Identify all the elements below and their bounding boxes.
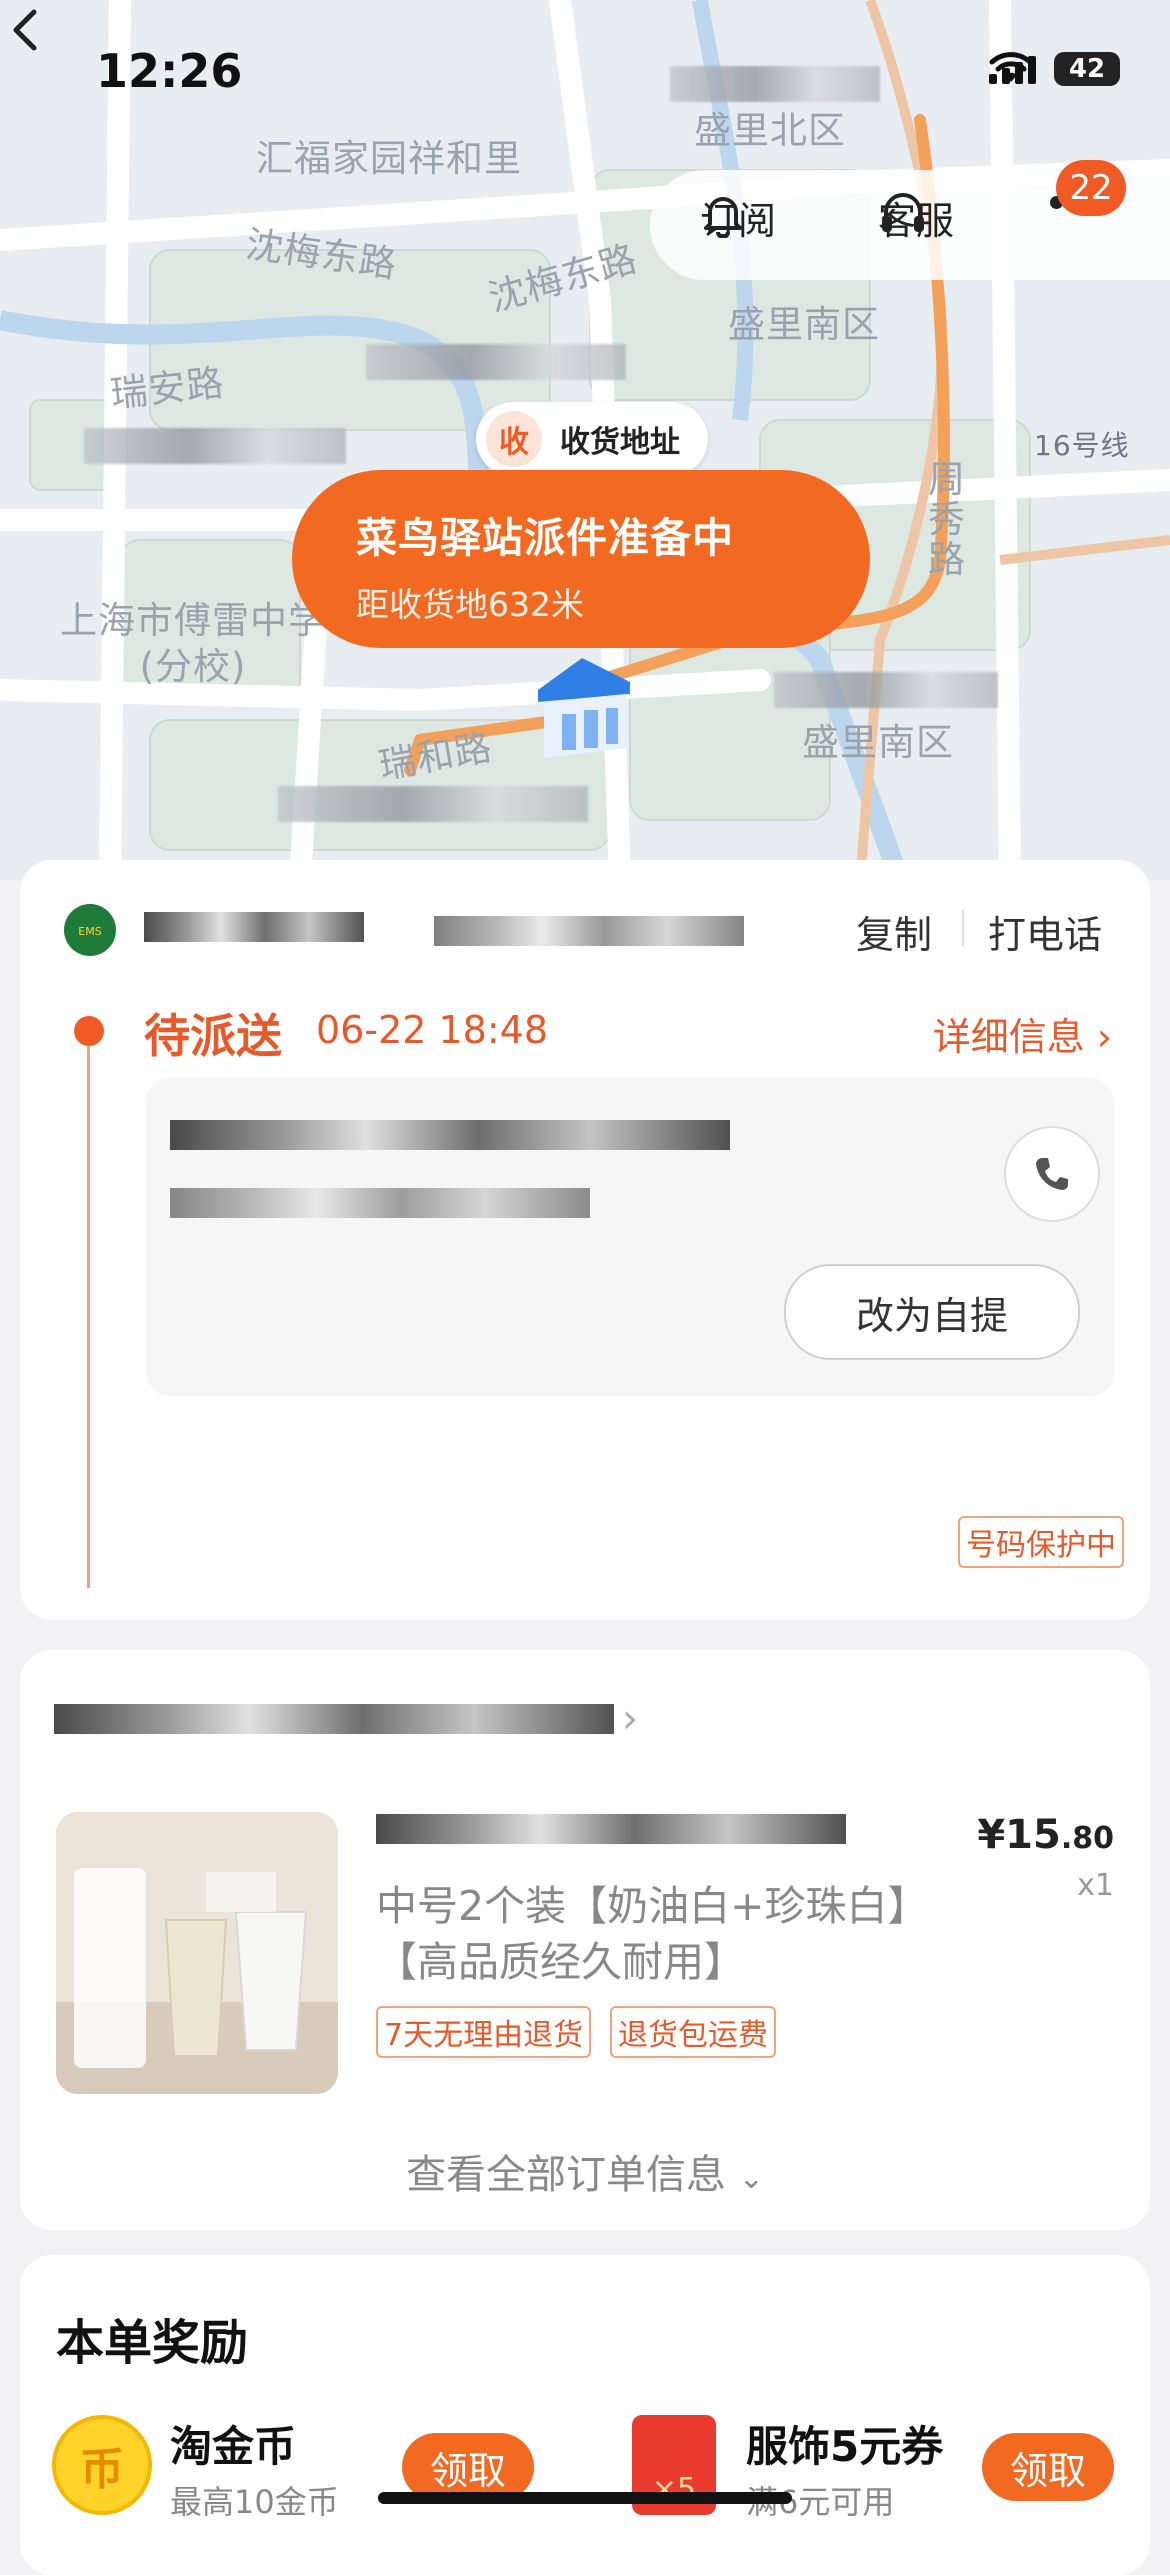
reward-card: 本单奖励 币 淘金币 最高10金币 领取 ×5 服饰5元券 满6元可用 领取	[20, 2255, 1150, 2575]
detail-info-label: 详细信息	[932, 1015, 1085, 1059]
subscribe-button[interactable]: 订阅	[700, 190, 776, 245]
customer-service-button[interactable]: 客服	[878, 190, 954, 245]
redacted-courier-info	[170, 1188, 590, 1218]
delivery-address-chip[interactable]: 收 收货地址	[476, 402, 708, 476]
phone-icon	[1036, 1158, 1068, 1190]
return-shipping-tag: 退货包运费	[610, 2006, 776, 2058]
map-label: 16号线	[1034, 429, 1130, 462]
claim-coin-button[interactable]: 领取	[402, 2433, 534, 2501]
status-timestamp: 06-22 18:48	[316, 1008, 549, 1052]
back-arrow-icon[interactable]	[0, 0, 48, 60]
return-policy-tag: 7天无理由退货	[376, 2006, 592, 2058]
courier-info-box: 改为自提	[146, 1078, 1114, 1396]
map-label: 盛里南区	[802, 721, 954, 764]
copy-button[interactable]: 复制	[856, 904, 932, 959]
detail-info-link[interactable]: 详细信息 ›	[933, 1006, 1112, 1061]
reward-name: 服饰5元券	[746, 2422, 944, 2471]
redacted-label	[366, 344, 626, 380]
redacted-courier-name	[144, 912, 364, 942]
map-label: 上海市傅雷中学(分校)	[60, 599, 326, 688]
map-label: 盛里北区	[694, 109, 846, 152]
notification-badge: 22	[1056, 160, 1126, 216]
redacted-label	[774, 672, 998, 708]
wifi-icon	[989, 52, 1033, 82]
bell-icon	[704, 197, 742, 238]
reward-condition: 最高10金币	[170, 2483, 339, 2521]
order-card: › 中号2个装【奶油白+珍珠白】【高品质经久耐用】 ¥15.80 x1 7天无理…	[20, 1650, 1150, 2230]
redacted-shop-name[interactable]	[54, 1704, 614, 1734]
address-chip-label: 收货地址	[560, 425, 680, 460]
chevron-right-icon: ›	[1096, 1015, 1112, 1059]
redacted-label	[670, 66, 880, 102]
view-all-label: 查看全部订单信息	[406, 2152, 727, 2198]
delivery-status-callout: 菜鸟驿站派件准备中 距收货地632米	[292, 470, 870, 648]
callout-title: 菜鸟驿站派件准备中	[356, 514, 734, 562]
number-protection-badge: 号码保护中	[958, 1516, 1124, 1568]
delivery-status: 待派送	[144, 1009, 282, 1063]
map-label: 周秀路	[928, 458, 966, 581]
chevron-down-icon: ⌄	[738, 2161, 764, 2196]
map-view[interactable]: 汇福家园祥和里 盛里北区 沈梅东路 沈梅东路 盛里南区 瑞安路 16号线 周秀路…	[0, 0, 1170, 880]
status-icons: 42	[989, 52, 1120, 86]
map-label: 汇福家园祥和里	[256, 137, 522, 180]
map-label: 盛里南区	[728, 303, 880, 346]
product-spec[interactable]: 中号2个装【奶油白+珍珠白】【高品质经久耐用】	[376, 1878, 936, 1990]
gold-coin-icon: 币	[52, 2415, 152, 2515]
redacted-label	[278, 786, 588, 822]
reward-title: 本单奖励	[56, 2315, 249, 2371]
call-button[interactable]: 打电话	[988, 904, 1102, 959]
claim-coupon-button[interactable]: 领取	[982, 2433, 1114, 2501]
chevron-right-icon[interactable]: ›	[622, 1696, 638, 1742]
status-time: 12:26	[96, 44, 243, 98]
self-pickup-button[interactable]: 改为自提	[784, 1264, 1080, 1360]
phone-call-button[interactable]	[1004, 1126, 1100, 1222]
redacted-tracking-number	[434, 916, 744, 946]
timeline-current-dot	[74, 1016, 104, 1046]
timeline-line	[87, 1046, 90, 1588]
receive-icon: 收	[486, 411, 542, 467]
battery-icon: 42	[1054, 52, 1120, 86]
home-indicator[interactable]	[378, 2492, 792, 2504]
callout-subtitle: 距收货地632米	[356, 585, 584, 624]
price-decimal: .80	[1060, 1821, 1114, 1856]
courier-logo-icon: EMS	[64, 904, 116, 956]
product-image[interactable]	[56, 1812, 338, 2094]
product-quantity: x1	[1077, 1868, 1114, 1903]
svg-text:EMS: EMS	[78, 925, 101, 938]
view-all-order-info-link[interactable]: 查看全部订单信息 ⌄	[20, 2142, 1150, 2200]
redacted-courier-info	[170, 1120, 730, 1150]
redacted-label	[84, 428, 346, 464]
station-marker-icon[interactable]	[522, 650, 642, 770]
product-price: ¥15.80	[977, 1812, 1114, 1858]
trash-bin-illustration	[56, 1812, 338, 2094]
reward-name: 淘金币	[170, 2422, 297, 2471]
divider	[962, 910, 964, 946]
headset-icon	[882, 193, 924, 232]
price-main: ¥15	[977, 1812, 1061, 1858]
tracking-card: EMS 复制 打电话 待派送 06-22 18:48 详细信息 › 改为自提 号…	[20, 860, 1150, 1780]
redacted-product-name	[376, 1814, 846, 1844]
